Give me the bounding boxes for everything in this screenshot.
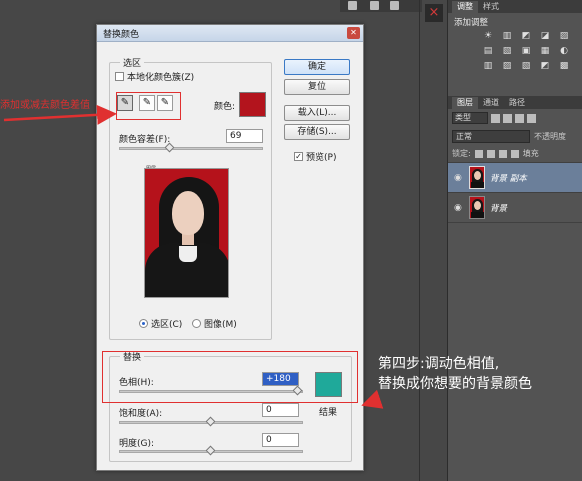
radio-selection-row[interactable]: 选区(C) — [139, 317, 182, 330]
localized-clusters-checkbox[interactable] — [115, 72, 124, 81]
selective-color-icon[interactable]: ▩ — [558, 61, 570, 72]
tab-layers[interactable]: 图层 — [452, 97, 478, 109]
layer-background-copy[interactable]: ◉ 背景 副本 — [448, 163, 582, 193]
adjustment-filter-icon[interactable] — [503, 113, 512, 123]
adjustment-icons-row: ☀ ▥ ◩ ◪ ▨ — [448, 29, 582, 44]
selection-legend: 选区 — [120, 56, 145, 69]
result-label: 结果 — [319, 408, 338, 418]
black-white-icon[interactable]: ▣ — [520, 46, 532, 57]
radio-image-label: 图像(M) — [204, 320, 237, 330]
document-divider — [419, 0, 420, 481]
layer-thumbnail — [469, 166, 485, 189]
lock-pixels-icon[interactable] — [486, 149, 495, 158]
dialog-title: 替换颜色 — [103, 30, 140, 40]
radio-image[interactable] — [192, 319, 201, 328]
type-filter-icon[interactable] — [515, 113, 524, 123]
eye-icon[interactable]: ◉ — [454, 203, 464, 212]
color-balance-icon[interactable]: ▧ — [501, 46, 513, 57]
preview-checkbox[interactable]: ✓ — [294, 152, 303, 161]
pixel-filter-icon[interactable] — [491, 113, 500, 123]
saturation-slider[interactable] — [119, 416, 303, 427]
tab-adjustments[interactable]: 调整 — [452, 1, 478, 13]
fuzziness-label: 颜色容差(F): — [119, 135, 171, 145]
layer-kind-select[interactable]: 类型 — [452, 112, 488, 124]
close-icon[interactable]: ✕ — [347, 27, 360, 39]
adjustment-icons-row: ▤ ▧ ▣ ▦ ◐ — [448, 44, 582, 59]
ok-button[interactable]: 确定 — [284, 59, 350, 75]
toolbar-icon[interactable] — [348, 1, 357, 10]
lightness-slider[interactable] — [119, 445, 303, 456]
blend-row: 正常 不透明度 — [448, 127, 582, 145]
layers-tabs: 图层 通道 路径 — [448, 96, 582, 109]
adjustments-tabs: 调整 样式 — [448, 0, 582, 13]
annotation-right-line1: 第四步:调动色相值, — [378, 356, 500, 372]
selection-color-swatch[interactable] — [239, 92, 266, 117]
fill-label: 填充 — [522, 149, 539, 158]
load-button[interactable]: 载入(L)... — [284, 105, 350, 121]
eye-icon[interactable]: ◉ — [454, 173, 464, 182]
reset-button[interactable]: 复位 — [284, 79, 350, 95]
fuzziness-input[interactable]: 69 — [226, 129, 263, 143]
lock-row: 锁定: 填充 — [448, 145, 582, 163]
saturation-input[interactable]: 0 — [262, 403, 299, 417]
lock-label: 锁定: — [452, 149, 471, 158]
tab-channels[interactable]: 通道 — [478, 97, 504, 109]
annotation-left-text: 添加或减去颜色差值 — [0, 100, 90, 111]
lock-position-icon[interactable] — [498, 149, 507, 158]
tab-paths[interactable]: 路径 — [504, 97, 530, 109]
layer-background[interactable]: ◉ 背景 — [448, 193, 582, 223]
camera-icon[interactable] — [370, 1, 379, 10]
preview-label: 预览(P) — [306, 153, 337, 163]
hue-saturation-icon[interactable]: ▤ — [482, 46, 494, 57]
layer-name[interactable]: 背景 — [490, 202, 507, 214]
layer-name[interactable]: 背景 副本 — [490, 172, 527, 184]
gradient-map-icon[interactable]: ◩ — [539, 61, 551, 72]
localized-clusters-label: 本地化颜色簇(Z) — [127, 73, 195, 83]
trash-icon[interactable] — [390, 1, 399, 10]
vibrance-icon[interactable]: ▨ — [558, 31, 570, 42]
blend-mode-select[interactable]: 正常 — [452, 129, 530, 143]
color-label: 颜色: — [214, 102, 236, 112]
shape-filter-icon[interactable] — [527, 113, 536, 123]
annotation-right-text: 第四步:调动色相值, 替换成你想要的背景颜色 — [378, 354, 532, 394]
invert-icon[interactable]: ▥ — [482, 61, 494, 72]
tab-styles[interactable]: 样式 — [478, 1, 504, 13]
threshold-icon[interactable]: ▧ — [520, 61, 532, 72]
radio-selection[interactable] — [139, 319, 148, 328]
dialog-titlebar[interactable]: 替换颜色 ✕ — [97, 25, 363, 42]
levels-icon[interactable]: ▥ — [501, 31, 513, 42]
brightness-icon[interactable]: ☀ — [482, 31, 494, 42]
saturation-label: 饱和度(A): — [119, 409, 163, 419]
adjustments-title: 添加调整 — [454, 18, 489, 28]
layer-thumbnail — [469, 196, 485, 219]
fuzziness-slider[interactable] — [119, 142, 263, 153]
localized-clusters-row[interactable]: 本地化颜色簇(Z) — [115, 70, 194, 83]
channel-mixer-icon[interactable]: ◐ — [558, 46, 570, 57]
lightness-input[interactable]: 0 — [262, 433, 299, 447]
photo-filter-icon[interactable]: ▦ — [539, 46, 551, 57]
adjustment-icons-row: ▥ ▨ ▧ ◩ ▩ — [448, 59, 582, 74]
radio-selection-label: 选区(C) — [151, 320, 183, 330]
hue-highlight-box — [102, 351, 358, 403]
annotation-right-line2: 替换成你想要的背景颜色 — [378, 376, 532, 392]
save-button[interactable]: 存储(S)... — [284, 124, 350, 140]
radio-image-row[interactable]: 图像(M) — [192, 317, 237, 330]
right-panel-dock: 调整 样式 添加调整 ☀ ▥ ◩ ◪ ▨ ▤ ▧ ▣ ▦ ◐ ▥ ▨ ▧ ◩ ▩… — [447, 0, 582, 481]
preview-row[interactable]: ✓ 预览(P) — [294, 150, 336, 163]
document-close-icon[interactable]: × — [425, 4, 443, 22]
lightness-label: 明度(G): — [119, 439, 155, 449]
top-toolbar-strip — [340, 0, 422, 12]
lock-all-icon[interactable] — [510, 149, 519, 158]
posterize-icon[interactable]: ▨ — [501, 61, 513, 72]
opacity-label: 不透明度 — [534, 131, 566, 141]
eyedropper-highlight-box — [116, 92, 181, 120]
exposure-icon[interactable]: ◪ — [539, 31, 551, 42]
curves-icon[interactable]: ◩ — [520, 31, 532, 42]
layer-filter-row: 类型 — [448, 109, 582, 127]
selection-preview-image — [144, 168, 229, 298]
lock-transparency-icon[interactable] — [474, 149, 483, 158]
